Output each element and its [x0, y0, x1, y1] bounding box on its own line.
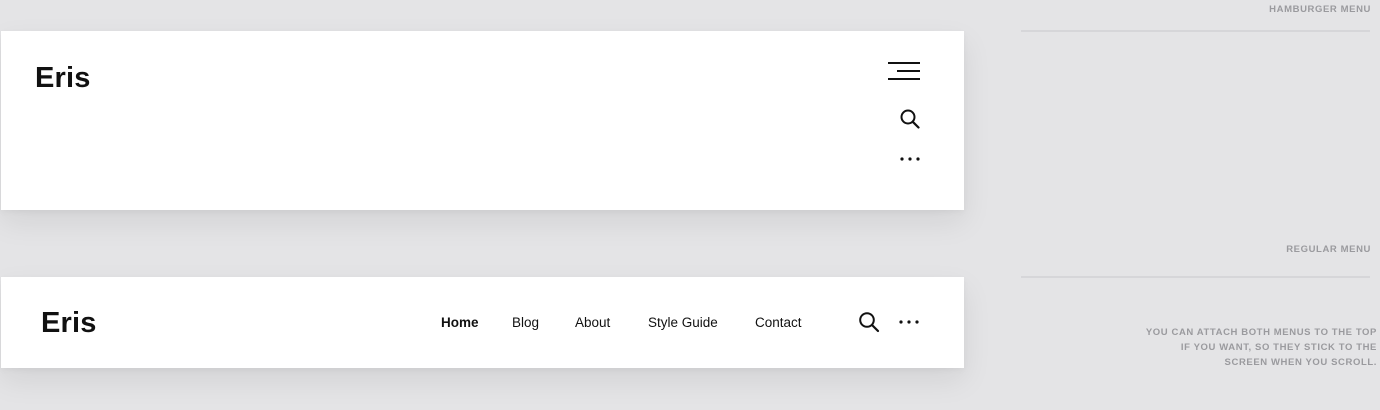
divider — [1021, 276, 1370, 278]
more-horizontal-icon[interactable] — [897, 149, 923, 169]
regular-menu-caption: REGULAR MENU — [1286, 244, 1371, 255]
hamburger-menu-icon[interactable] — [888, 62, 920, 80]
sticky-menu-note: YOU CAN ATTACH BOTH MENUS TO THE TOP IF … — [1145, 327, 1377, 368]
nav-item-style-guide[interactable]: Style Guide — [648, 315, 718, 331]
more-horizontal-icon[interactable] — [896, 312, 922, 332]
hamburger-menu-caption: HAMBURGER MENU — [1269, 4, 1371, 15]
site-logo[interactable]: Eris — [41, 306, 97, 340]
nav-item-about[interactable]: About — [575, 315, 610, 331]
search-icon[interactable] — [857, 310, 881, 334]
nav-item-blog[interactable]: Blog — [512, 315, 539, 331]
divider — [1021, 30, 1370, 32]
nav-item-home[interactable]: Home — [441, 315, 479, 331]
nav-item-contact[interactable]: Contact — [755, 315, 802, 331]
regular-header: Eris Home Blog About Style Guide Contact — [1, 277, 964, 368]
site-logo[interactable]: Eris — [35, 61, 91, 95]
hamburger-header: Eris — [1, 31, 964, 210]
search-icon[interactable] — [898, 107, 922, 131]
